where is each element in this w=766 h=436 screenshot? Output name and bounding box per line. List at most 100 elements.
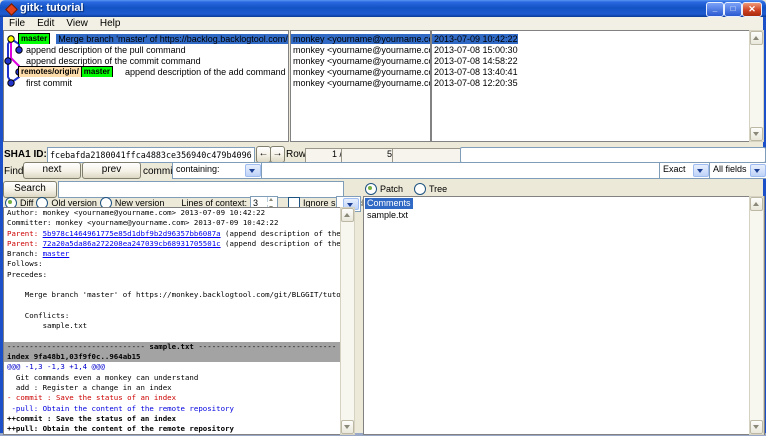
diff-text: Merge branch 'master' of https://monkey.… [7, 290, 341, 299]
commit-headline[interactable]: first commit [24, 78, 74, 88]
find-type-dropdown[interactable]: containing: [172, 162, 263, 179]
sha-link[interactable]: master [43, 249, 70, 258]
minimize-button[interactable]: _ [706, 2, 724, 17]
diff-line: -pull: Obtain the content of the remote … [4, 404, 341, 414]
menu-help[interactable]: Help [94, 17, 127, 30]
scroll-up-icon[interactable] [750, 31, 763, 45]
find-next-button[interactable]: next [23, 162, 81, 179]
commit-graph-panel[interactable]: master Merge branch 'master' of https://b… [3, 30, 289, 142]
commit-list-scrollbar[interactable] [749, 30, 764, 142]
diff-text: Precedes: [7, 270, 52, 279]
date-text: 2013-07-08 15:00:30 [432, 45, 518, 55]
title-bar[interactable]: gitk: tutorial _ □ ✕ [0, 0, 766, 17]
author-column-panel[interactable]: monkey <yourname@yourname.com>monkey <yo… [290, 30, 431, 142]
menu-edit[interactable]: Edit [31, 17, 60, 30]
author-cell[interactable]: monkey <yourname@yourname.com> [291, 77, 430, 88]
progress-field [460, 147, 766, 163]
file-list-row[interactable]: sample.txt [365, 210, 764, 222]
diff-line: Git commands even a monkey can understan… [4, 373, 341, 383]
scroll-down-icon[interactable] [341, 420, 354, 434]
spinner-up-icon[interactable] [267, 197, 277, 202]
ref-label[interactable]: master [81, 66, 113, 77]
diff-text: (append description of the [221, 239, 341, 248]
diff-line: @@@ -1,3 -1,3 +1,4 @@@ [4, 362, 341, 372]
find-match-value: Exact [663, 164, 686, 174]
author-cell[interactable]: monkey <yourname@yourname.com> [291, 33, 430, 44]
date-text: 2013-07-08 12:20:35 [432, 78, 518, 88]
tree-radio[interactable] [414, 183, 426, 195]
menu-file[interactable]: File [3, 17, 31, 30]
author-cell[interactable]: monkey <yourname@yourname.com> [291, 44, 430, 55]
chevron-down-icon[interactable] [245, 164, 261, 177]
history-back-button[interactable]: ← [256, 146, 271, 163]
author-text: monkey <yourname@yourname.com> [291, 67, 430, 77]
commit-row[interactable]: remotes/origin/master append description … [4, 66, 289, 77]
date-cell[interactable]: 2013-07-08 15:00:30 [432, 44, 749, 55]
find-fields-dropdown[interactable]: All fields [709, 162, 766, 179]
find-label: Find [4, 166, 23, 177]
file-list-panel[interactable]: Commentssample.txt [363, 196, 765, 435]
scroll-down-icon[interactable] [750, 127, 763, 141]
scroll-up-icon[interactable] [341, 208, 354, 222]
date-cell[interactable]: 2013-07-08 14:58:22 [432, 55, 749, 66]
detail-scrollbar[interactable] [340, 207, 355, 435]
date-cell[interactable]: 2013-07-09 10:42:22 [432, 33, 749, 44]
row-total-field: 5 [341, 148, 396, 163]
ref-label[interactable]: remotes/origin/ [18, 66, 82, 77]
date-cell[interactable]: 2013-07-08 13:40:41 [432, 66, 749, 77]
file-item[interactable]: sample.txt [365, 210, 410, 221]
diff-text: Author: monkey <yourname@yourname.com> 2… [7, 208, 265, 217]
diff-line [4, 332, 341, 342]
patch-radio[interactable] [365, 183, 377, 195]
file-list-scrollbar[interactable] [749, 196, 764, 435]
date-cell[interactable]: 2013-07-08 12:20:35 [432, 77, 749, 88]
date-text: 2013-07-09 10:42:22 [432, 34, 518, 44]
diff-line: Parent: 5b978c1464961775e85d1dbf9b2d9635… [4, 229, 341, 239]
commit-row[interactable]: append description of the commit command [4, 55, 289, 66]
file-item[interactable]: Comments [365, 198, 413, 209]
diff-line: Merge branch 'master' of https://monkey.… [4, 290, 341, 300]
commit-headline[interactable]: append description of the commit command [24, 56, 203, 66]
commit-headline[interactable]: append description of the add command [123, 67, 288, 77]
sha1-input[interactable] [47, 147, 255, 163]
commit-row[interactable]: master Merge branch 'master' of https://b… [4, 33, 289, 44]
date-column-panel[interactable]: 2013-07-09 10:42:222013-07-08 15:00:3020… [431, 30, 750, 142]
chevron-down-icon[interactable] [750, 164, 766, 177]
commit-detail-panel[interactable]: Author: monkey <yourname@yourname.com> 2… [3, 207, 342, 435]
diff-line: Committer: monkey <yourname@yourname.com… [4, 218, 341, 228]
author-cell[interactable]: monkey <yourname@yourname.com> [291, 55, 430, 66]
diff-text: sample.txt [149, 342, 194, 351]
find-match-dropdown[interactable]: Exact [659, 162, 711, 179]
maximize-button[interactable]: □ [724, 2, 742, 17]
find-fields-value: All fields [713, 164, 747, 174]
find-string-input[interactable] [261, 162, 661, 179]
scroll-down-icon[interactable] [750, 420, 763, 434]
chevron-down-icon[interactable] [693, 164, 709, 177]
menu-view[interactable]: View [60, 17, 94, 30]
diff-text: ++commit : Save the status of an index [7, 414, 176, 423]
diff-line: Follows: [4, 259, 341, 269]
patch-radio-label: Patch [380, 184, 403, 194]
scroll-up-icon[interactable] [750, 197, 763, 211]
row-current-field: 1 / [305, 148, 346, 163]
author-cell[interactable]: monkey <yourname@yourname.com> [291, 66, 430, 77]
diff-text: Conflicts: [7, 311, 69, 320]
commit-row[interactable]: first commit [4, 77, 289, 88]
history-forward-button[interactable]: → [270, 146, 285, 163]
file-list-row[interactable]: Comments [365, 198, 764, 210]
ref-label[interactable]: master [18, 33, 50, 44]
search-button[interactable]: Search [3, 181, 57, 198]
find-prev-button[interactable]: prev [82, 162, 141, 179]
diff-search-input[interactable] [58, 181, 344, 198]
find-commit-label[interactable]: commit [143, 166, 175, 177]
date-text: 2013-07-08 14:58:22 [432, 56, 518, 66]
commit-headline[interactable]: Merge branch 'master' of https://backlog… [56, 34, 289, 44]
diff-line: ++pull: Obtain the content of the remote… [4, 424, 341, 434]
commit-headline[interactable]: append description of the pull command [24, 45, 188, 55]
commit-row[interactable]: append description of the pull command [4, 44, 289, 55]
date-text: 2013-07-08 13:40:41 [432, 67, 518, 77]
diff-text: index 9fa48b1,03f9f0c..964ab15 [7, 352, 141, 361]
close-button[interactable]: ✕ [742, 2, 762, 17]
sha-link[interactable]: 72a20a5da86a272208ea247039cb68931705501c [43, 239, 221, 248]
sha-link[interactable]: 5b978c1464961775e85d1dbf9b2d96357bb6087a [43, 229, 221, 238]
